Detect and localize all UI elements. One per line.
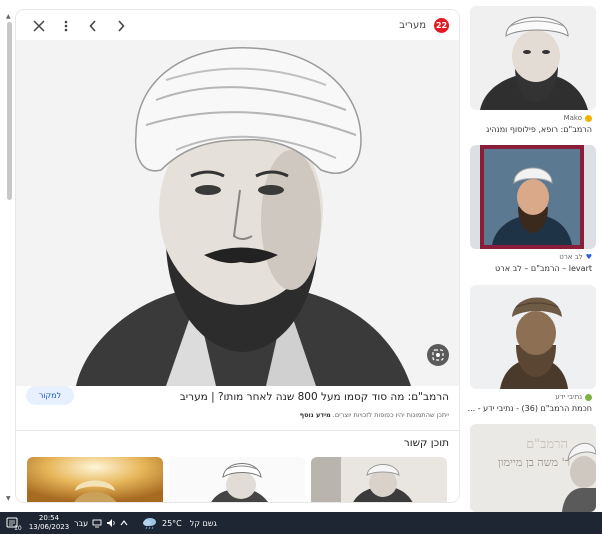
- clock[interactable]: 20:54 13/06/2023: [28, 512, 70, 534]
- lens-search-icon[interactable]: [427, 344, 449, 366]
- learn-more-link[interactable]: מידע נוסף: [300, 411, 331, 419]
- image-title[interactable]: הרמב"ם: מה סוד קסמו מעל 800 שנה לאחר מות…: [180, 391, 449, 403]
- result-source: ♥ לב ארט: [559, 253, 592, 261]
- copyright-text: ייתכן שהתמונות יהיו כפופות לזכויות יוצרי…: [332, 411, 449, 419]
- netivei-yeda-logo-icon: [585, 393, 592, 401]
- more-options-icon[interactable]: [57, 17, 75, 35]
- weather-widget[interactable]: 25°C גשם קל: [142, 512, 217, 534]
- volume-icon[interactable]: [106, 512, 116, 534]
- heart-icon: ♥: [585, 253, 592, 261]
- result-source-name: Mako: [563, 114, 582, 122]
- weather-temp: 25°C: [162, 518, 182, 528]
- result-image[interactable]: [470, 6, 596, 110]
- result-card[interactable]: ♥ לב ארט levart – הרמב"ם – לב ארט: [470, 145, 596, 275]
- mako-logo-icon: [585, 114, 592, 122]
- source-name: מעריב: [399, 20, 426, 31]
- image-preview-panel: 22 מעריב הרמב"ם: מה סוד קסמו מעל 800 שנה…: [16, 10, 459, 502]
- previous-image-icon[interactable]: [84, 17, 102, 35]
- result-image[interactable]: [470, 285, 596, 389]
- rain-cloud-icon: [143, 518, 156, 529]
- result-card[interactable]: נתיבי ידע חכמת הרמב"ם (36) - נתיבי ידע -…: [468, 285, 596, 415]
- result-card[interactable]: הרמב"ם ר' משה בן מיימון: [470, 424, 596, 512]
- vertical-scrollbar[interactable]: ▲ ▼: [6, 14, 13, 502]
- related-image[interactable]: [311, 457, 447, 502]
- result-image[interactable]: הרמב"ם ר' משה בן מיימון: [470, 424, 596, 512]
- banner-subtitle: ר' משה בן מיימון: [497, 456, 570, 469]
- clock-date: 13/06/2023: [28, 523, 70, 531]
- related-image[interactable]: [27, 457, 163, 502]
- weather-desc: גשם קל: [189, 518, 217, 528]
- related-image[interactable]: [169, 457, 305, 502]
- result-caption[interactable]: levart – הרמב"ם – לב ארט: [495, 264, 592, 273]
- result-caption[interactable]: הרמב"ם: רופא, פילוסוף ומנהיג: [486, 125, 592, 134]
- next-image-icon[interactable]: [112, 17, 130, 35]
- network-icon[interactable]: [92, 512, 102, 534]
- scroll-up-arrow-icon[interactable]: ▲: [6, 14, 11, 20]
- copyright-notice: ייתכן שהתמונות יהיו כפופות לזכויות יוצרי…: [300, 411, 449, 419]
- result-source-name: לב ארט: [559, 253, 583, 261]
- result-source-name: נתיבי ידע: [555, 393, 582, 401]
- banner-title: הרמב"ם: [526, 437, 568, 452]
- scroll-down-arrow-icon[interactable]: ▼: [6, 496, 11, 502]
- visit-source-button[interactable]: למקור: [26, 386, 74, 405]
- preview-toolbar: 22 מעריב: [16, 10, 459, 40]
- notification-count: 10: [14, 524, 22, 532]
- clock-time: 20:54: [38, 514, 60, 522]
- source-link[interactable]: 22 מעריב: [399, 18, 449, 33]
- windows-taskbar: 10 20:54 13/06/2023 עבר 25°C גשם קל: [0, 512, 602, 534]
- result-image[interactable]: [470, 145, 596, 249]
- language-indicator[interactable]: עבר: [74, 512, 88, 534]
- result-source: נתיבי ידע: [555, 393, 592, 401]
- image-search-page: ▲ ▼ 22 מעריב הרמב"ם: מה סוד קסמו מעל 800…: [0, 0, 602, 512]
- show-hidden-icons-icon[interactable]: [120, 512, 128, 534]
- result-caption[interactable]: חכמת הרמב"ם (36) - נתיבי ידע - ...: [468, 404, 592, 413]
- related-content-heading: תוכן קשור: [403, 437, 449, 449]
- scrollbar-thumb[interactable]: [7, 22, 12, 200]
- preview-image[interactable]: [16, 40, 459, 386]
- result-card[interactable]: Mako הרמב"ם: רופא, פילוסוף ומנהיג: [470, 6, 596, 136]
- section-divider: [16, 430, 459, 431]
- source-logo: 22: [434, 18, 449, 33]
- result-source: Mako: [564, 114, 592, 122]
- notification-center-icon[interactable]: 10: [6, 512, 22, 534]
- close-icon[interactable]: [30, 17, 48, 35]
